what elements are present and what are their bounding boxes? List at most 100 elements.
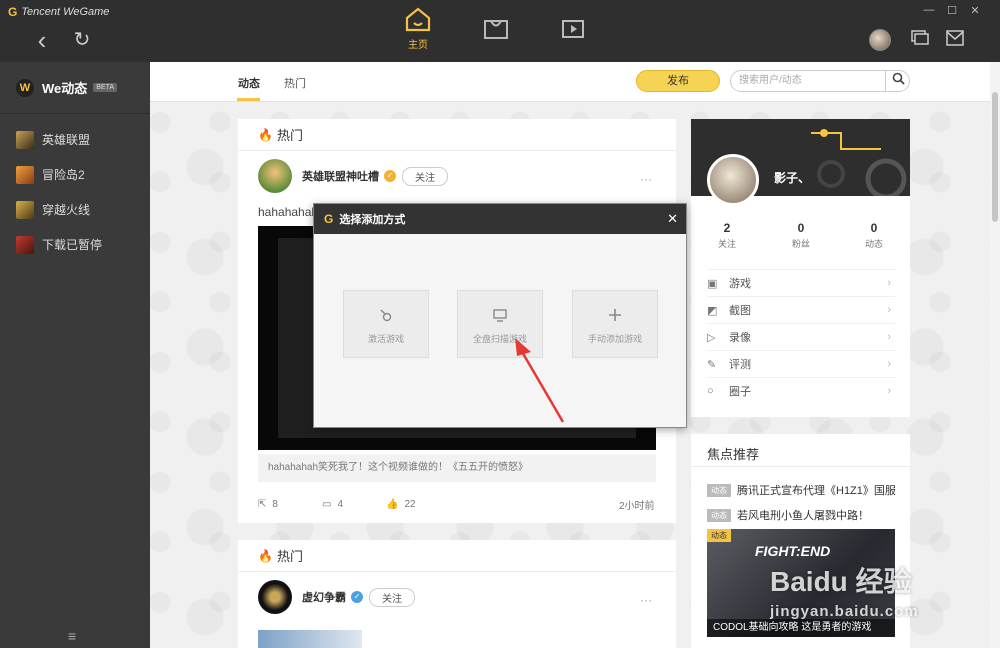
- manual-add-option[interactable]: 手动添加游戏: [572, 290, 658, 358]
- news-text: 腾讯正式宣布代理《H1Z1》国服: [737, 485, 896, 497]
- add-game-dialog: G 选择添加方式 ✕ 激活游戏 全盘扫描游戏 手动添加游戏: [313, 203, 687, 428]
- menu-screenshots[interactable]: ◩ 截图 ›: [707, 296, 895, 323]
- like-count: 22: [404, 499, 416, 510]
- maplestory-game-icon: [16, 165, 34, 184]
- comment-action[interactable]: ▭ 4: [322, 499, 343, 510]
- more-icon[interactable]: ···: [640, 172, 652, 186]
- author-name[interactable]: 虚幻争霸: [302, 589, 346, 605]
- like-action[interactable]: 👍 22: [386, 499, 416, 510]
- post-time: 2小时前: [619, 501, 655, 512]
- activate-game-option[interactable]: 激活游戏: [343, 290, 429, 358]
- chevron-right-icon: ›: [887, 304, 891, 316]
- verified-icon: ✓: [351, 591, 363, 603]
- sidebar-header[interactable]: W We动态 BETA: [0, 62, 150, 114]
- stat-value: 2: [723, 221, 731, 235]
- share-count: 8: [272, 499, 278, 510]
- more-icon[interactable]: ···: [640, 593, 652, 607]
- scroll-thumb[interactable]: [992, 92, 998, 222]
- profile-avatar[interactable]: [707, 154, 759, 206]
- follow-button[interactable]: 关注: [369, 587, 415, 607]
- news-item[interactable]: 动态 若风电刑小鱼人屠戮中路！: [707, 507, 869, 523]
- sidebar-item-label: 冒险岛2: [42, 168, 85, 182]
- dialog-header: G 选择添加方式: [314, 204, 686, 234]
- post-image[interactable]: [258, 630, 362, 648]
- restore-button[interactable]: ☐: [945, 4, 959, 17]
- menu-label: 评测: [729, 359, 751, 371]
- search-input[interactable]: 搜索用户/动态: [730, 70, 910, 92]
- share-icon: ⇱: [258, 499, 267, 510]
- publish-button[interactable]: 发布: [636, 70, 720, 92]
- crossfire-game-icon: [16, 200, 34, 219]
- chevron-right-icon: ›: [887, 331, 891, 343]
- back-button[interactable]: ‹: [30, 27, 54, 53]
- user-avatar[interactable]: [869, 29, 891, 51]
- stat-label: 动态: [864, 239, 883, 249]
- share-action[interactable]: ⇱ 8: [258, 499, 278, 510]
- refresh-button[interactable]: ↻: [70, 28, 94, 52]
- tab-hot[interactable]: 热门: [284, 75, 306, 91]
- sidebar-menu-icon[interactable]: ≡: [68, 628, 76, 644]
- chat-icon[interactable]: [911, 30, 929, 51]
- chevron-right-icon: ›: [887, 385, 891, 397]
- menu-circles[interactable]: ○ 圈子 ›: [707, 377, 895, 404]
- flame-icon: 🔥: [258, 127, 273, 142]
- scrollbar[interactable]: [990, 62, 1000, 648]
- tab-home[interactable]: 主页: [388, 6, 448, 58]
- author-avatar[interactable]: [258, 159, 292, 193]
- menu-games[interactable]: ▣ 游戏 ›: [707, 269, 895, 296]
- close-icon[interactable]: ✕: [667, 211, 678, 227]
- post-text: hahahahah: [258, 205, 319, 219]
- option-label: 激活游戏: [367, 334, 404, 344]
- activate-icon: [344, 307, 428, 326]
- sidebar-item-lol[interactable]: 英雄联盟: [0, 122, 150, 157]
- like-icon: 👍: [386, 499, 399, 510]
- message-icon[interactable]: [946, 30, 964, 51]
- news-item[interactable]: 动态 腾讯正式宣布代理《H1Z1》国服: [707, 482, 896, 498]
- watermark-url: jingyan.baidu.com: [770, 603, 919, 620]
- tab-dynamic[interactable]: 动态: [238, 75, 260, 91]
- card-title: 热门: [276, 549, 303, 564]
- post-author: 英雄联盟神吐槽 ✓ 关注: [258, 159, 448, 193]
- minimize-button[interactable]: —: [922, 4, 936, 16]
- profile-name[interactable]: 影子、: [774, 169, 810, 186]
- follow-button[interactable]: 关注: [402, 166, 448, 186]
- download-game-icon: [16, 235, 34, 254]
- news-tag: 动态: [707, 483, 731, 497]
- stat-value: 0: [797, 221, 805, 235]
- sidebar: W We动态 BETA 英雄联盟 冒险岛2 穿越火线 下载已暂停 ≡: [0, 62, 150, 648]
- feature-caption: CODOL基础向攻略 这是勇者的游戏: [707, 619, 895, 637]
- sidebar-item-crossfire[interactable]: 穿越火线: [0, 192, 150, 227]
- post-quote[interactable]: hahahahah笑死我了！这个视频谁做的！《五五开的愤怒》: [258, 454, 656, 482]
- app-logo: G Tencent WeGame: [8, 5, 109, 19]
- comment-count: 4: [337, 499, 344, 510]
- close-button[interactable]: ✕: [968, 4, 982, 17]
- screenshot-icon: ◩: [707, 304, 718, 317]
- option-label: 手动添加游戏: [587, 334, 642, 344]
- menu-label: 圈子: [729, 386, 751, 398]
- sidebar-item-maplestory2[interactable]: 冒险岛2: [0, 157, 150, 192]
- author-avatar[interactable]: [258, 580, 292, 614]
- beta-badge: BETA: [93, 83, 118, 92]
- news-tag: 动态: [707, 508, 731, 522]
- menu-reviews[interactable]: ✎ 评测 ›: [707, 350, 895, 377]
- feature-tag: 动态: [707, 529, 731, 542]
- post-author: 虚幻争霸 ✓ 关注: [258, 580, 415, 614]
- wegame-logo-icon: G: [8, 5, 18, 19]
- content-topbar: 动态 热门 发布 搜索用户/动态: [150, 62, 990, 102]
- video-tab-icon: [562, 20, 584, 38]
- stat-value: 0: [870, 221, 878, 235]
- sidebar-item-label: 下载已暂停: [42, 238, 103, 252]
- stat-label: 粉丝: [791, 239, 810, 249]
- game-icon: ▣: [707, 277, 718, 290]
- stat-fans[interactable]: 0 粉丝: [771, 221, 831, 250]
- circle-icon: ○: [707, 385, 714, 397]
- stat-following[interactable]: 2 关注: [697, 221, 757, 250]
- menu-videos[interactable]: ▷ 录像 ›: [707, 323, 895, 350]
- comment-icon: ▭: [322, 499, 332, 510]
- author-name[interactable]: 英雄联盟神吐槽: [302, 168, 379, 184]
- chevron-right-icon: ›: [887, 277, 891, 289]
- search-icon[interactable]: [885, 70, 910, 92]
- we-logo-icon: W: [16, 78, 34, 97]
- sidebar-item-download[interactable]: 下载已暂停: [0, 227, 150, 262]
- stat-posts[interactable]: 0 动态: [844, 221, 904, 250]
